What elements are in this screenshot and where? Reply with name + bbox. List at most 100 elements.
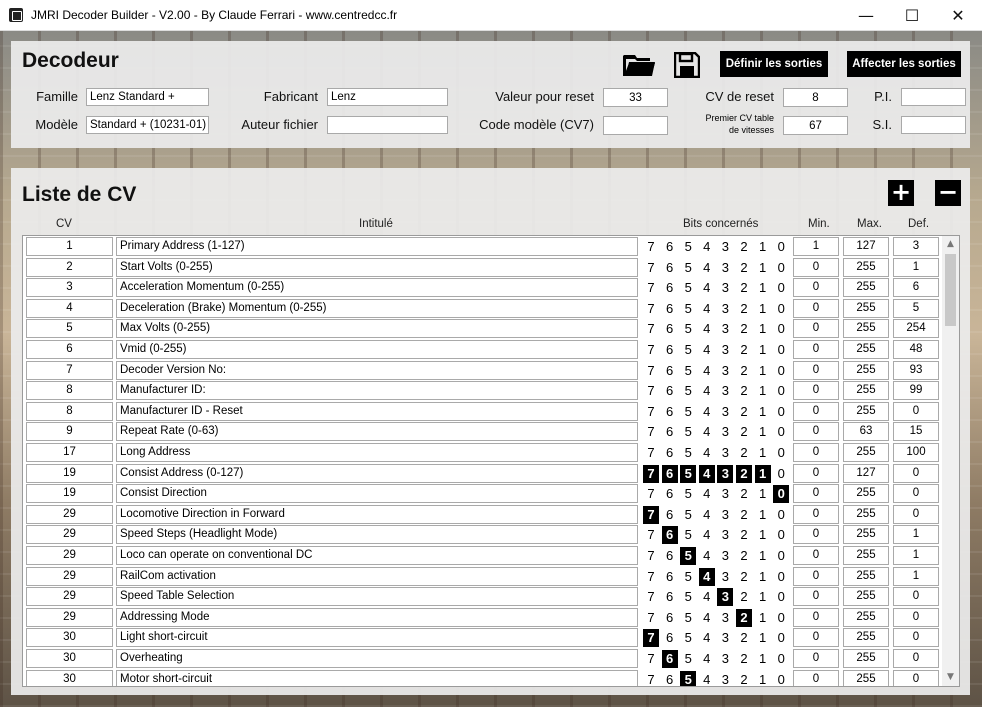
default-cell[interactable]: 6 xyxy=(893,278,939,298)
folder-open-icon[interactable] xyxy=(622,52,656,78)
table-row[interactable]: 29 Loco can operate on conventional DC 7 6 5… xyxy=(23,545,941,566)
cv-number-cell[interactable]: 5 xyxy=(26,319,113,339)
cv-label-cell[interactable]: Max Volts (0-255) xyxy=(116,319,638,339)
max-cell[interactable]: 255 xyxy=(843,628,889,648)
fabricant-field[interactable]: Lenz xyxy=(327,88,448,106)
cv-label-cell[interactable]: Long Address xyxy=(116,443,638,462)
bit-7[interactable]: 7 xyxy=(643,320,659,338)
default-cell[interactable]: 0 xyxy=(893,587,939,607)
bit-5[interactable]: 5 xyxy=(680,526,696,544)
max-cell[interactable]: 255 xyxy=(843,257,889,277)
max-cell[interactable]: 255 xyxy=(843,649,889,668)
max-cell[interactable]: 255 xyxy=(843,566,889,586)
min-cell[interactable]: 0 xyxy=(793,484,839,504)
cv-label-cell[interactable]: Vmid (0-255) xyxy=(116,340,638,359)
bit-7-selected[interactable]: 7 xyxy=(643,505,659,524)
bit-2[interactable]: 2 xyxy=(736,362,752,380)
bit-6[interactable]: 6 xyxy=(662,259,678,277)
reset-value-field[interactable]: 33 xyxy=(603,88,668,107)
cv-label-cell[interactable]: Speed Steps (Headlight Mode) xyxy=(116,525,638,545)
bit-3[interactable]: 3 xyxy=(717,671,733,686)
cv-number-cell[interactable]: 2 xyxy=(26,257,113,277)
bit-5-selected[interactable]: 5 xyxy=(680,464,697,483)
bit-7[interactable]: 7 xyxy=(643,444,659,462)
min-cell[interactable]: 0 xyxy=(793,340,839,359)
cv-label-cell[interactable]: Deceleration (Brake) Momentum (0-255) xyxy=(116,298,638,318)
bit-5[interactable]: 5 xyxy=(680,403,696,421)
bit-6-selected[interactable]: 6 xyxy=(661,650,678,668)
bit-7[interactable]: 7 xyxy=(643,300,659,318)
bit-4[interactable]: 4 xyxy=(699,609,715,627)
auteur-field[interactable] xyxy=(327,116,448,134)
scroll-up-icon[interactable]: ▲ xyxy=(942,236,959,253)
bit-4[interactable]: 4 xyxy=(699,485,715,503)
bit-0[interactable]: 0 xyxy=(773,506,789,524)
bit-6[interactable]: 6 xyxy=(662,423,678,441)
cv-number-cell[interactable]: 8 xyxy=(26,401,113,421)
modele-field[interactable]: Standard + (10231-01) xyxy=(86,116,209,134)
bit-3[interactable]: 3 xyxy=(717,300,733,318)
bit-7[interactable]: 7 xyxy=(643,526,659,544)
bit-2[interactable]: 2 xyxy=(736,526,752,544)
bit-2[interactable]: 2 xyxy=(736,568,752,586)
min-cell[interactable]: 0 xyxy=(793,319,839,339)
cv-number-cell[interactable]: 30 xyxy=(26,649,113,668)
default-cell[interactable]: 1 xyxy=(893,525,939,545)
bit-4[interactable]: 4 xyxy=(699,279,715,297)
bit-0[interactable]: 0 xyxy=(773,444,789,462)
bit-5[interactable]: 5 xyxy=(680,609,696,627)
bit-1[interactable]: 1 xyxy=(755,423,771,441)
max-cell[interactable]: 127 xyxy=(843,463,889,483)
max-cell[interactable]: 255 xyxy=(843,669,889,686)
bit-6[interactable]: 6 xyxy=(662,403,678,421)
table-row[interactable]: 19 Consist Address (0-127) 7 6 5 4 3 2 1 0 0 127 0 xyxy=(23,463,941,484)
bit-1[interactable]: 1 xyxy=(755,444,771,462)
max-cell[interactable]: 255 xyxy=(843,546,889,565)
bit-3[interactable]: 3 xyxy=(717,650,733,668)
bit-4[interactable]: 4 xyxy=(699,526,715,544)
min-cell[interactable]: 0 xyxy=(793,607,839,627)
cv-number-cell[interactable]: 3 xyxy=(26,278,113,298)
bit-6[interactable]: 6 xyxy=(662,238,678,256)
bit-2[interactable]: 2 xyxy=(736,300,752,318)
bit-6[interactable]: 6 xyxy=(662,629,678,647)
cv-number-cell[interactable]: 29 xyxy=(26,607,113,627)
si-field[interactable] xyxy=(901,116,966,134)
bit-2[interactable]: 2 xyxy=(736,547,752,565)
min-cell[interactable]: 0 xyxy=(793,401,839,421)
bit-6[interactable]: 6 xyxy=(662,547,678,565)
bit-2[interactable]: 2 xyxy=(736,588,752,606)
bit-5[interactable]: 5 xyxy=(680,238,696,256)
floppy-disk-icon[interactable] xyxy=(673,51,701,79)
cv-reset-field[interactable]: 8 xyxy=(783,88,848,107)
code-modele-field[interactable] xyxy=(603,116,668,135)
famille-field[interactable]: Lenz Standard + xyxy=(86,88,209,106)
bit-6[interactable]: 6 xyxy=(662,300,678,318)
minimize-button[interactable]: — xyxy=(843,0,889,31)
bit-3[interactable]: 3 xyxy=(717,382,733,400)
table-row[interactable]: 9 Repeat Rate (0-63) 7 6 5 4 3 2 1 0 0 63 15 xyxy=(23,421,941,442)
bit-2[interactable]: 2 xyxy=(736,629,752,647)
cv-label-cell[interactable]: Decoder Version No: xyxy=(116,360,638,380)
max-cell[interactable]: 63 xyxy=(843,422,889,442)
cv-label-cell[interactable]: Addressing Mode xyxy=(116,607,638,627)
bit-0[interactable]: 0 xyxy=(773,362,789,380)
table-row[interactable]: 29 Addressing Mode 7 6 5 4 3 2 1 0 0 255 0 xyxy=(23,607,941,628)
bit-4[interactable]: 4 xyxy=(699,444,715,462)
bit-3[interactable]: 3 xyxy=(717,403,733,421)
default-cell[interactable]: 0 xyxy=(893,669,939,686)
bit-5[interactable]: 5 xyxy=(680,259,696,277)
bit-7[interactable]: 7 xyxy=(643,382,659,400)
bit-5[interactable]: 5 xyxy=(680,506,696,524)
bit-2-selected[interactable]: 2 xyxy=(736,608,752,627)
bit-3[interactable]: 3 xyxy=(717,506,733,524)
max-cell[interactable]: 255 xyxy=(843,278,889,298)
bit-7[interactable]: 7 xyxy=(643,279,659,297)
bit-0[interactable]: 0 xyxy=(773,320,789,338)
bit-7[interactable]: 7 xyxy=(643,671,659,686)
cv-label-cell[interactable]: Primary Address (1-127) xyxy=(116,237,638,256)
bit-4[interactable]: 4 xyxy=(699,506,715,524)
cv-label-cell[interactable]: Light short-circuit xyxy=(116,628,638,648)
bit-4-selected[interactable]: 4 xyxy=(698,464,715,483)
bit-6-selected[interactable]: 6 xyxy=(661,526,678,545)
